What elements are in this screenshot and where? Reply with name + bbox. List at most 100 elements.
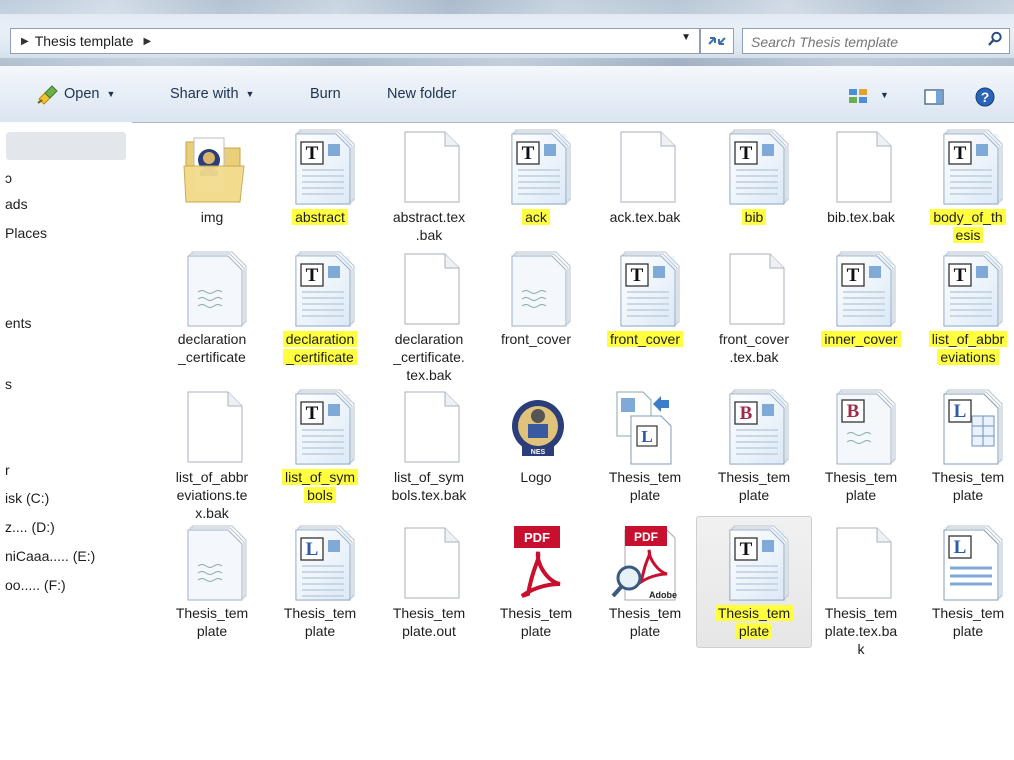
svg-text:L: L <box>954 401 967 422</box>
svg-text:T: T <box>954 143 967 164</box>
file-label: Thesis_tem plate <box>608 469 682 503</box>
tex-icon: T <box>729 129 789 205</box>
svg-text:L: L <box>641 427 652 446</box>
blank-file-icon <box>836 527 892 599</box>
file-label: inner_cover <box>809 330 913 348</box>
blank-file-icon <box>620 131 676 203</box>
command-bar: Open ▼ Share with ▼ Burn New folder ▼ ? <box>0 66 1014 123</box>
bib-file-icon: B <box>729 389 789 465</box>
bib-text-icon: B <box>836 389 896 465</box>
navigation-pane: ɔ ads Places ents s r isk (C:) z.... (D:… <box>0 122 132 760</box>
open-icon <box>37 85 58 105</box>
breadcrumb-thesis-template[interactable]: Thesis template <box>35 33 134 49</box>
refresh-button[interactable] <box>700 28 734 54</box>
svg-text:T: T <box>954 265 967 286</box>
file-label: Thesis_tem plate <box>717 469 791 503</box>
view-options-icon[interactable] <box>848 88 868 104</box>
file-label: Thesis_tem plate <box>702 604 806 640</box>
file-label: declaration _certificate. tex.bak <box>393 331 465 383</box>
file-label: Thesis_tem plate <box>283 605 357 639</box>
open-button[interactable]: Open ▼ <box>64 86 115 102</box>
nav-item-computer[interactable]: r <box>5 462 10 478</box>
address-bar[interactable]: ▶ Thesis template ▶ ▼ <box>10 28 700 54</box>
svg-text:T: T <box>631 265 644 286</box>
blank-file-icon <box>729 253 785 325</box>
tex-icon: T <box>620 251 680 327</box>
preview-pane-icon[interactable] <box>924 89 944 105</box>
svg-text:L: L <box>306 539 319 560</box>
file-label: front_cover <box>593 330 697 348</box>
burn-label: Burn <box>310 86 341 102</box>
nav-item-recent-places[interactable]: Places <box>5 225 47 241</box>
chevron-down-icon: ▼ <box>245 89 255 99</box>
tex-icon: T <box>943 251 1003 327</box>
nav-item-5[interactable]: s <box>5 376 12 392</box>
logo-image-icon: NES <box>512 400 564 456</box>
blank-file-icon <box>836 131 892 203</box>
file-label: bib <box>702 208 806 226</box>
text-file-icon <box>511 251 571 327</box>
share-label: Share with <box>170 86 239 102</box>
svg-text:T: T <box>306 265 319 286</box>
share-with-button[interactable]: Share with ▼ <box>170 86 254 102</box>
breadcrumb-arrow-icon[interactable]: ▶ <box>21 36 29 47</box>
nav-item-drive-d[interactable]: z.... (D:) <box>5 519 55 535</box>
file-label: Thesis_tem plate <box>608 605 682 639</box>
svg-text:T: T <box>306 143 319 164</box>
view-dropdown-icon[interactable]: ▼ <box>880 90 889 100</box>
file-label: ack <box>484 208 588 226</box>
blurred-divider <box>0 58 1014 66</box>
search-icon[interactable] <box>987 31 1003 47</box>
nav-item-drive-e[interactable]: niCaaa..... (E:) <box>5 548 95 564</box>
file-label: front_cover <box>500 331 572 347</box>
svg-text:NES: NES <box>531 449 546 456</box>
file-label: body_of_th esis <box>916 208 1014 244</box>
open-label: Open <box>64 86 100 102</box>
search-input[interactable] <box>749 32 978 52</box>
nav-item-documents[interactable]: ents <box>5 315 31 331</box>
nav-item-drive-f[interactable]: oo..... (F:) <box>5 577 66 593</box>
help-icon[interactable]: ? <box>975 87 995 107</box>
log-table-icon: L <box>943 389 1003 465</box>
file-label: list_of_abbr eviations <box>916 330 1014 366</box>
nav-selected-item[interactable] <box>6 132 126 160</box>
text-file-icon <box>187 525 247 601</box>
address-dropdown-icon[interactable]: ▼ <box>681 32 691 43</box>
svg-text:T: T <box>740 143 753 164</box>
tex-icon: T <box>295 251 355 327</box>
svg-text:PDF: PDF <box>524 530 550 545</box>
svg-text:T: T <box>522 143 535 164</box>
file-label: Thesis_tem plate <box>499 605 573 639</box>
breadcrumb-arrow-icon[interactable]: ▶ <box>144 36 152 47</box>
tex-icon: T <box>836 251 896 327</box>
file-label: Thesis_tem plate <box>931 469 1005 503</box>
svg-text:T: T <box>740 539 753 560</box>
nav-item-drive-c[interactable]: isk (C:) <box>5 490 49 506</box>
text-file-icon <box>187 251 247 327</box>
pdf-search-icon: PDF Adobe <box>611 526 677 601</box>
file-label: declaration _certificate <box>177 331 247 365</box>
file-label: Thesis_tem plate.out <box>392 605 466 639</box>
svg-text:?: ? <box>981 89 990 105</box>
file-label: abstract.tex .bak <box>392 209 466 243</box>
pdf-icon: PDF <box>514 526 561 598</box>
file-label: ack.tex.bak <box>609 209 681 225</box>
file-label: front_cover .tex.bak <box>718 331 790 365</box>
nav-item-downloads[interactable]: ads <box>5 196 28 212</box>
file-label: Thesis_tem plate <box>824 469 898 503</box>
file-label: Thesis_tem plate.tex.ba k <box>824 605 898 657</box>
file-label: img <box>200 209 224 225</box>
latex-multi-icon: L <box>616 391 672 465</box>
nav-item-1[interactable]: ɔ <box>5 170 12 186</box>
tex-icon: T <box>511 129 571 205</box>
file-label: Logo <box>520 469 552 485</box>
address-bar-region: ▶ Thesis template ▶ ▼ <box>0 0 1014 66</box>
refresh-icon <box>708 37 726 45</box>
new-folder-button[interactable]: New folder <box>387 86 456 102</box>
svg-text:T: T <box>306 403 319 424</box>
burn-button[interactable]: Burn <box>310 86 341 102</box>
file-label: abstract <box>268 208 372 226</box>
search-box[interactable] <box>742 28 1010 54</box>
blank-file-icon <box>404 527 460 599</box>
tex-icon: T <box>295 129 355 205</box>
